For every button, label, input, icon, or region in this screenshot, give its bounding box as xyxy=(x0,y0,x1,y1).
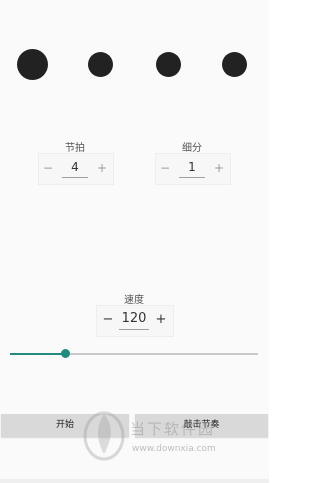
beat-indicator-2 xyxy=(88,52,113,77)
meter-label: 节拍 xyxy=(65,143,85,154)
subdivision-decrement-button[interactable]: − xyxy=(157,155,173,181)
tempo-slider[interactable] xyxy=(10,349,258,358)
beat-indicator-3 xyxy=(156,52,181,77)
watermark-url: www.downxia.com xyxy=(132,444,216,454)
tap-tempo-button[interactable]: 敲击节奏 xyxy=(135,414,268,437)
tempo-stepper: − 120 + xyxy=(98,307,170,333)
meter-stepper: − 4 + xyxy=(40,155,110,181)
meter-value-input[interactable]: 4 xyxy=(62,157,88,178)
start-button[interactable]: 开始 xyxy=(1,414,129,437)
subdivision-value-input[interactable]: 1 xyxy=(179,157,205,178)
tempo-value-input[interactable]: 120 xyxy=(119,309,149,330)
tempo-increment-button[interactable]: + xyxy=(153,307,169,333)
metronome-screen: 节拍 − 4 + 细分 − 1 + 速度 − 120 + 开始 敲击节奏 当下软… xyxy=(0,0,269,483)
subdivision-increment-button[interactable]: + xyxy=(211,155,227,181)
meter-increment-button[interactable]: + xyxy=(94,155,110,181)
subdivision-label: 细分 xyxy=(182,143,202,154)
meter-decrement-button[interactable]: − xyxy=(40,155,56,181)
tempo-decrement-button[interactable]: − xyxy=(100,307,116,333)
bottom-divider xyxy=(0,479,269,483)
beat-indicator-1 xyxy=(17,49,48,80)
subdivision-stepper: − 1 + xyxy=(157,155,227,181)
beat-indicator-4 xyxy=(222,52,247,77)
tempo-slider-fill xyxy=(10,353,65,355)
tempo-slider-thumb[interactable] xyxy=(61,349,70,358)
tempo-label: 速度 xyxy=(124,295,144,306)
